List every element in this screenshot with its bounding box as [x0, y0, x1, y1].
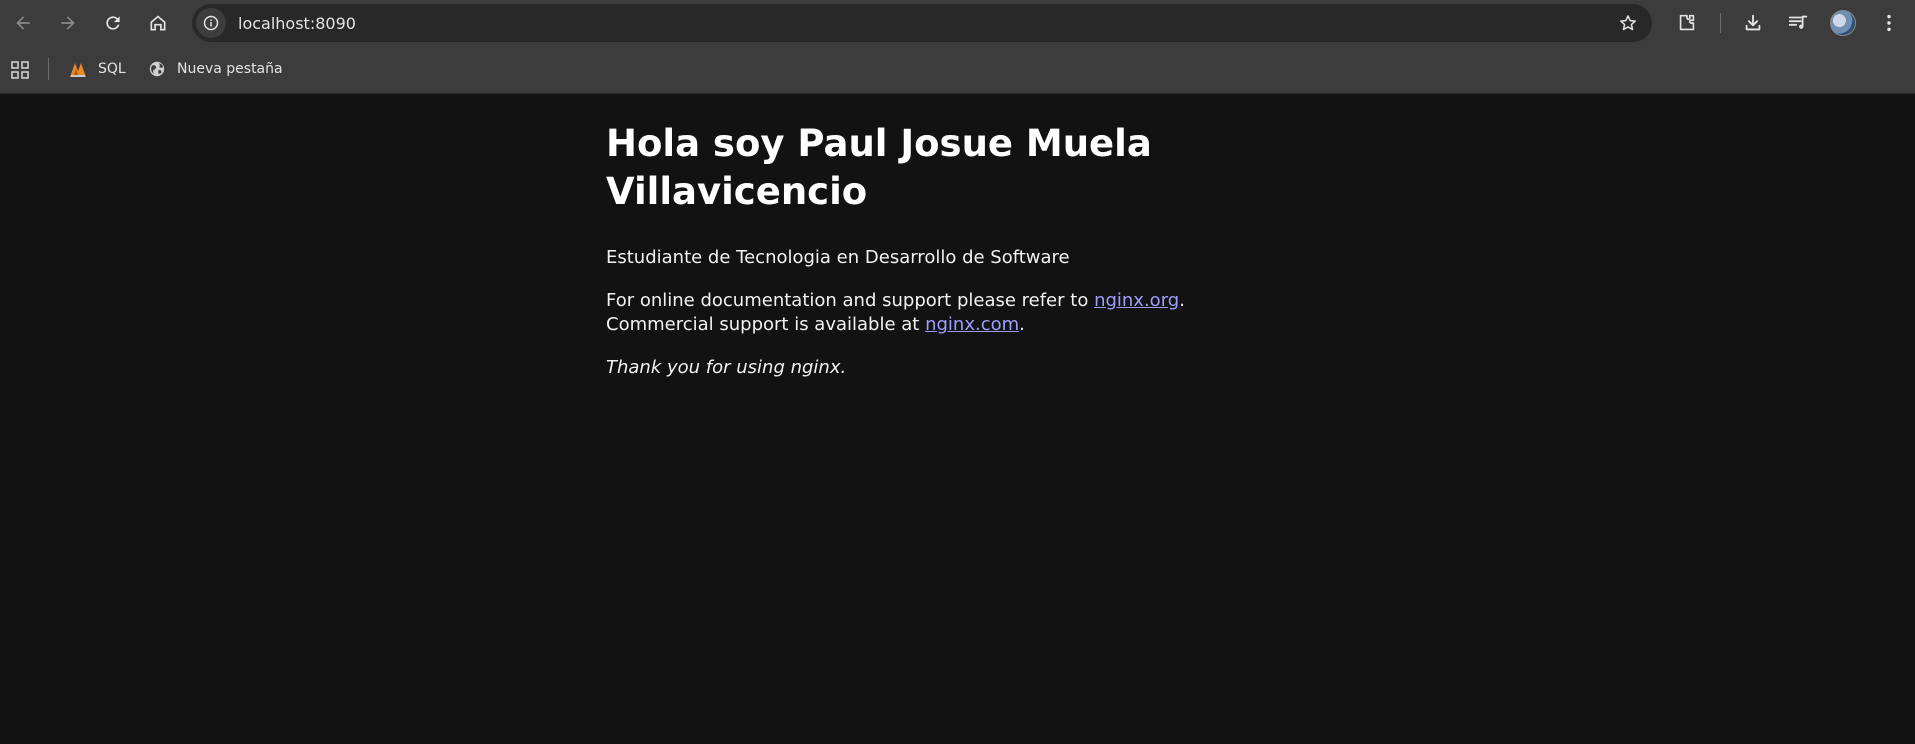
bookmark-sql[interactable]: SQL — [68, 56, 126, 82]
page-title: Hola soy Paul Josue Muela Villavicencio — [606, 120, 1306, 216]
address-bar[interactable]: localhost:8090 — [192, 4, 1652, 42]
back-button[interactable] — [7, 7, 39, 39]
downloads-button[interactable] — [1739, 9, 1767, 37]
info-icon — [203, 15, 219, 31]
bookmark-label: Nueva pestaña — [177, 61, 283, 77]
puzzle-icon — [1679, 14, 1695, 31]
bookmarks-bar: SQL Nueva pestaña — [0, 46, 1915, 94]
doc-text: For online documentation and support ple… — [606, 290, 1095, 311]
bookmark-nueva-pestana[interactable]: Nueva pestaña — [147, 56, 283, 82]
home-button[interactable] — [142, 7, 174, 39]
forward-button[interactable] — [52, 7, 84, 39]
thanks-text: Thank you for using nginx. — [606, 357, 847, 378]
media-controls-button[interactable] — [1784, 9, 1812, 37]
extensions-button[interactable] — [1673, 9, 1701, 37]
kebab-menu-icon — [1887, 14, 1891, 32]
sql-logo-icon — [68, 59, 88, 79]
browser-toolbar: localhost:8090 — [0, 0, 1915, 46]
reload-button[interactable] — [97, 7, 129, 39]
toolbar-divider — [1720, 13, 1721, 33]
star-icon — [1620, 15, 1636, 31]
nginx-org-link[interactable]: nginx.org — [1094, 290, 1179, 311]
site-info-button[interactable] — [196, 8, 226, 38]
commercial-support-text: Commercial support is available at — [606, 314, 926, 335]
profile-avatar[interactable] — [1830, 10, 1856, 36]
reload-icon — [106, 16, 120, 30]
forward-arrow-icon — [61, 16, 75, 30]
subtitle-text: Estudiante de Tecnologia en Desarrollo d… — [606, 247, 1070, 268]
page-content: Hola soy Paul Josue Muela Villavicencio … — [606, 120, 1306, 380]
page-title-line2: Villavicencio — [606, 170, 868, 213]
bookmarks-divider — [48, 58, 49, 80]
documentation-paragraph: For online documentation and support ple… — [606, 289, 1306, 337]
home-icon — [150, 15, 166, 31]
bookmark-label: SQL — [98, 61, 126, 77]
menu-button[interactable] — [1875, 9, 1903, 37]
doc-text: . — [1019, 314, 1025, 335]
download-icon — [1745, 14, 1761, 31]
doc-text: . — [1179, 290, 1185, 311]
apps-grid-icon[interactable] — [10, 60, 30, 80]
nginx-com-link[interactable]: nginx.com — [925, 314, 1019, 335]
playlist-music-icon — [1788, 15, 1808, 29]
globe-icon — [147, 59, 167, 79]
page-title-line1: Hola soy Paul Josue Muela — [606, 122, 1152, 165]
back-arrow-icon — [16, 16, 30, 30]
url-text[interactable]: localhost:8090 — [238, 14, 356, 33]
bookmark-star-button[interactable] — [1616, 11, 1640, 35]
